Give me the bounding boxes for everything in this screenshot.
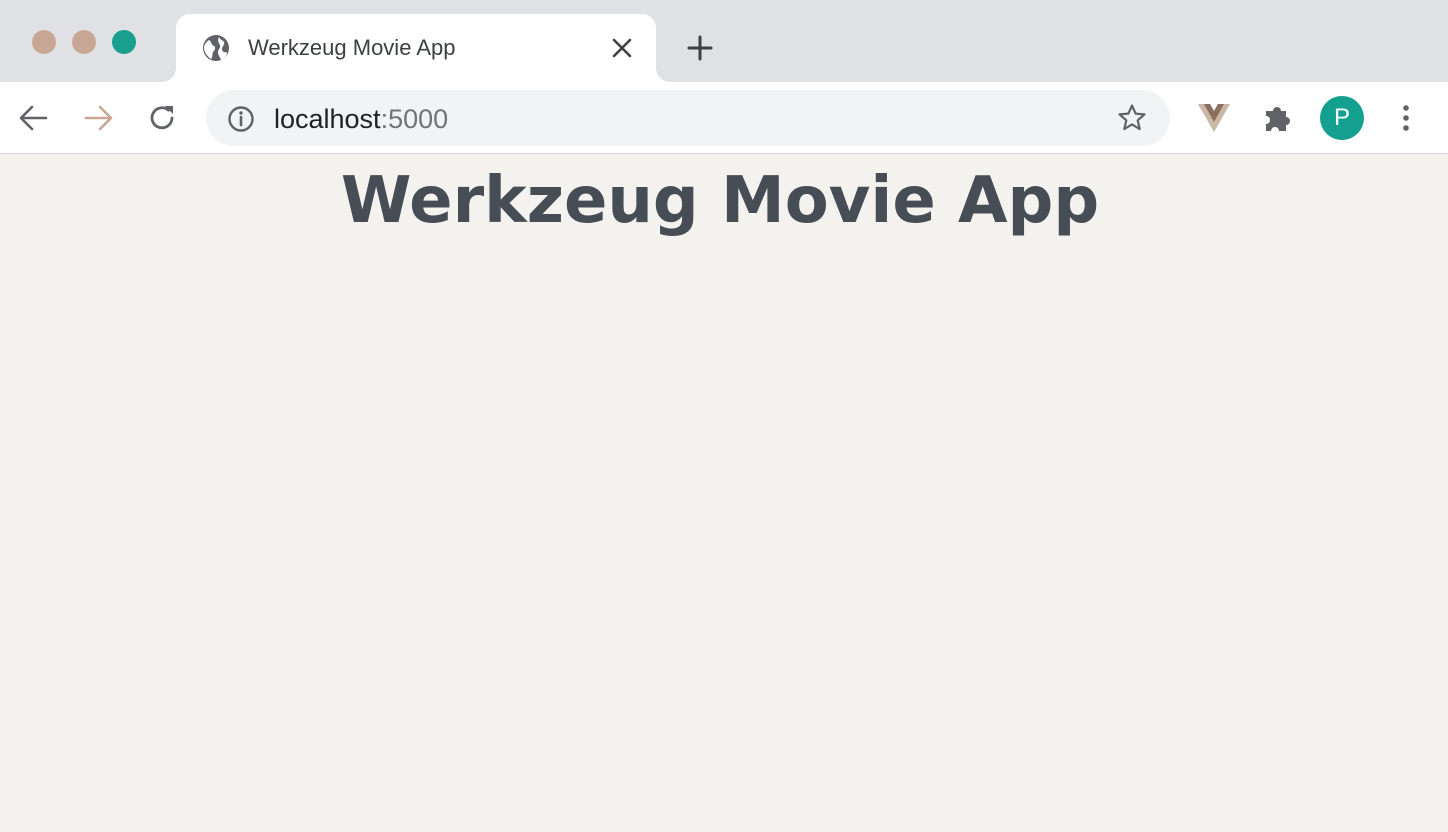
url-host: localhost bbox=[274, 104, 381, 134]
window-close-button[interactable] bbox=[32, 30, 56, 54]
new-tab-icon[interactable] bbox=[684, 32, 716, 64]
address-bar[interactable]: localhost:5000 bbox=[206, 90, 1170, 146]
puzzle-icon[interactable] bbox=[1260, 100, 1296, 136]
globe-icon bbox=[200, 32, 232, 64]
extension-v-icon[interactable] bbox=[1196, 102, 1232, 134]
tab-werkzeug-movie-app[interactable]: Werkzeug Movie App bbox=[176, 14, 656, 82]
browser-window: Werkzeug Movie App localhost:5000 P Werk… bbox=[0, 0, 1448, 832]
star-icon[interactable] bbox=[1116, 102, 1148, 134]
tab-title: Werkzeug Movie App bbox=[248, 35, 456, 60]
url-text: localhost:5000 bbox=[274, 104, 448, 134]
forward-arrow-icon[interactable] bbox=[80, 100, 116, 136]
info-icon[interactable] bbox=[226, 104, 256, 134]
window-maximize-button[interactable] bbox=[112, 30, 136, 54]
page-title: Werkzeug Movie App bbox=[340, 164, 1100, 238]
back-arrow-icon[interactable] bbox=[16, 100, 52, 136]
page-content: Werkzeug Movie App bbox=[0, 155, 1448, 832]
kebab-menu-icon[interactable] bbox=[1392, 100, 1420, 136]
tab-strip: Werkzeug Movie App bbox=[0, 0, 1448, 82]
reload-icon[interactable] bbox=[144, 100, 180, 136]
window-minimize-button[interactable] bbox=[72, 30, 96, 54]
browser-toolbar: localhost:5000 P bbox=[0, 82, 1448, 154]
close-icon[interactable] bbox=[608, 34, 636, 62]
url-port: :5000 bbox=[380, 104, 449, 134]
profile-avatar[interactable]: P bbox=[1320, 96, 1364, 140]
